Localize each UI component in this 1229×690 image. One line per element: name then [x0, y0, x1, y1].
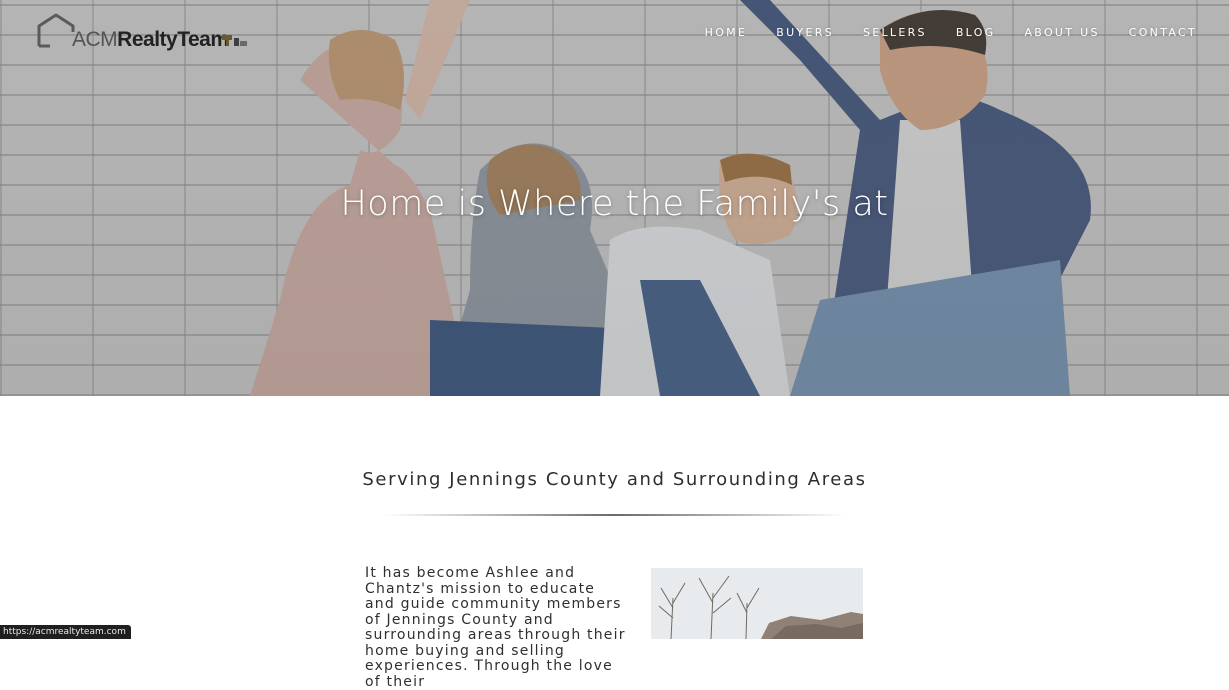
- hero-heading: Home is Where the Family's at: [340, 184, 889, 224]
- site-logo[interactable]: ACMRealtyTeam: [36, 12, 251, 54]
- section-divider: [384, 514, 846, 516]
- hero-banner: ACMRealtyTeam HOME BUYERS SELLERS BLOG A…: [0, 0, 1229, 396]
- community-photo: [651, 568, 863, 639]
- logo-acm-text: ACM: [72, 28, 118, 51]
- intro-paragraph: It has become Ashlee and Chantz's missio…: [365, 565, 626, 690]
- logo-realty-team-text: RealtyTeam: [117, 28, 229, 51]
- nav-contact[interactable]: CONTACT: [1114, 26, 1197, 40]
- flag-badge-icon: [222, 35, 247, 46]
- browser-status-url: https://acmrealtyteam.com: [0, 625, 131, 639]
- logo-wordmark: ACMRealtyTeam: [72, 27, 229, 53]
- nav-sellers[interactable]: SELLERS: [848, 26, 941, 40]
- nav-buyers[interactable]: BUYERS: [762, 26, 849, 40]
- nav-about-us[interactable]: ABOUT US: [1010, 26, 1114, 40]
- nav-blog[interactable]: BLOG: [941, 26, 1010, 40]
- nav-home[interactable]: HOME: [690, 26, 762, 40]
- section-title: Serving Jennings County and Surrounding …: [362, 469, 867, 490]
- landscape-image: [651, 568, 863, 639]
- house-outline-icon: [37, 13, 75, 48]
- main-navigation: HOME BUYERS SELLERS BLOG ABOUT US CONTAC…: [690, 26, 1197, 40]
